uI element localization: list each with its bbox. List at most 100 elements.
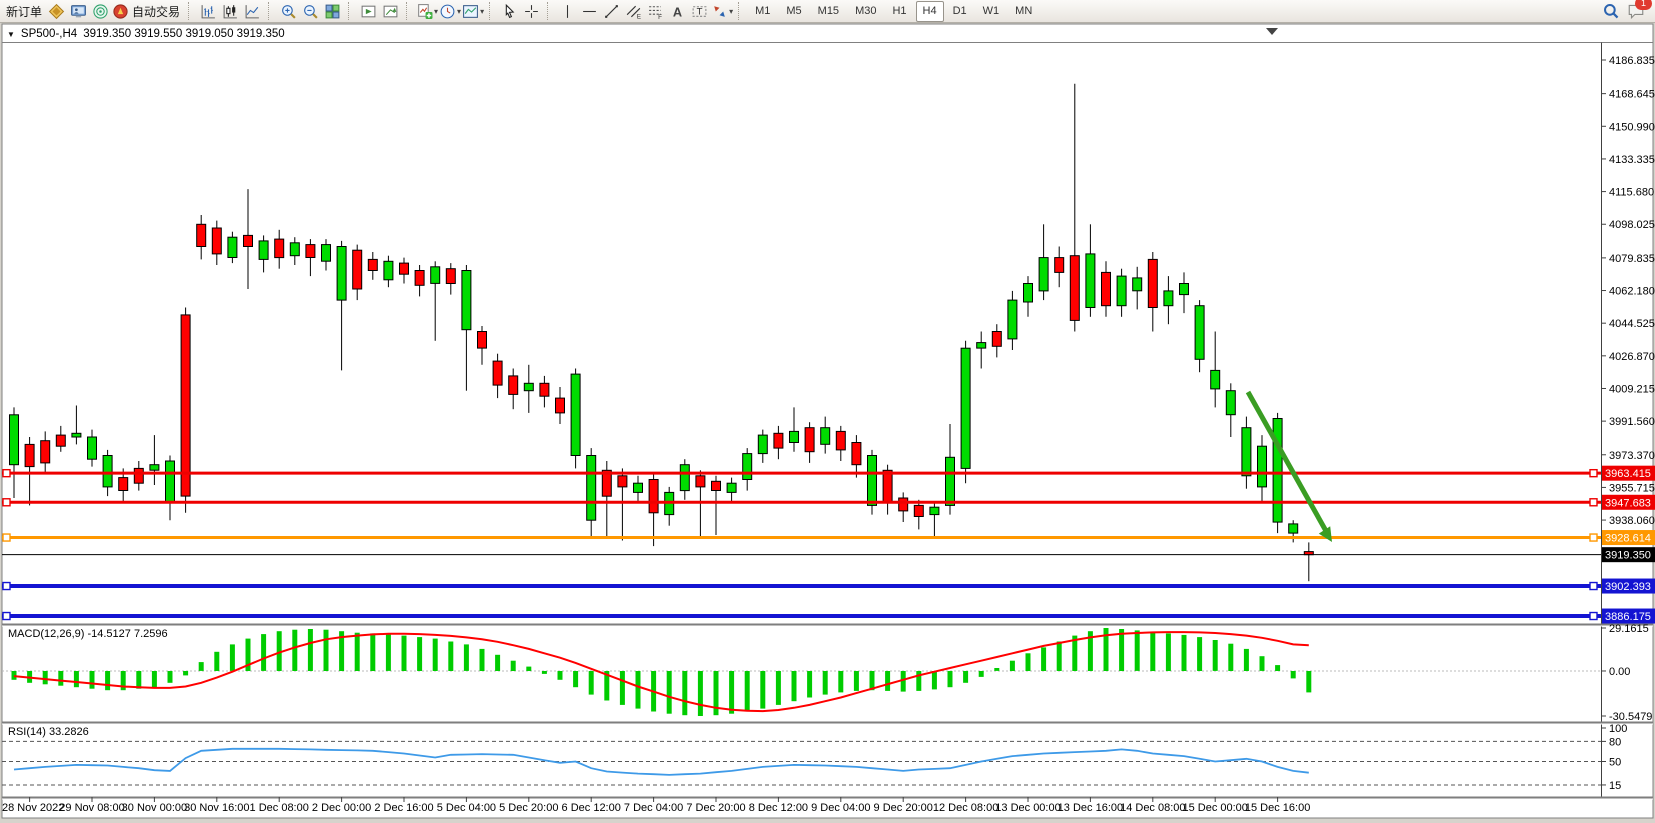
text-tool-button[interactable]: A (667, 1, 688, 21)
price-axis-label: 4009.215 (1609, 383, 1655, 395)
price-axis-label: 4079.835 (1609, 253, 1655, 265)
time-axis-label: 29 Nov 08:00 (59, 802, 124, 814)
equidistant-channel-icon: E (625, 3, 642, 20)
chart-play-button[interactable] (358, 1, 379, 21)
shapes-button[interactable]: ▾ (711, 1, 733, 21)
signal-radar-icon (92, 3, 109, 20)
time-axis-label: 14 Dec 08:00 (1120, 802, 1185, 814)
candle-body (727, 483, 736, 492)
periods-button[interactable]: ▾ (439, 1, 461, 21)
candle-body (680, 465, 689, 491)
candle-body (446, 269, 455, 284)
macd-bar (558, 671, 563, 680)
macd-bar (1166, 633, 1171, 671)
macd-bar (667, 671, 672, 714)
symbol-period-label: SP500-,H4 (21, 28, 77, 40)
macd-bar (480, 649, 485, 671)
price-axis-label: 3973.370 (1609, 450, 1655, 462)
market-watch-button[interactable] (46, 1, 67, 21)
line-anchor[interactable] (3, 534, 10, 541)
macd-bar (1291, 671, 1296, 678)
channel-button[interactable]: E (623, 1, 644, 21)
rsi-axis-label: 100 (1609, 723, 1627, 735)
candle-body (1086, 254, 1095, 308)
symbol-dropdown-icon[interactable]: ▼ (7, 30, 15, 39)
line-anchor[interactable] (3, 613, 10, 620)
macd-bar (1244, 649, 1249, 671)
horizontal-line-button[interactable] (579, 1, 600, 21)
chart-forward-button[interactable] (380, 1, 401, 21)
signal-button[interactable] (90, 1, 111, 21)
price-axis-label: 3955.715 (1609, 482, 1655, 494)
terminal-button[interactable] (68, 1, 89, 21)
gold-diamond-icon (48, 3, 65, 20)
time-axis-label: 15 Dec 16:00 (1245, 802, 1310, 814)
macd-bar (823, 671, 828, 695)
price-axis-label: 4133.335 (1609, 154, 1655, 166)
autotrading-button[interactable]: 自动交易 (112, 1, 183, 21)
svg-text:T: T (697, 6, 703, 17)
time-axis-label: 30 Nov 16:00 (184, 802, 249, 814)
macd-bar (948, 671, 953, 687)
cursor-button[interactable] (499, 1, 520, 21)
line-anchor[interactable] (3, 470, 10, 477)
line-anchor[interactable] (1590, 534, 1597, 541)
candle-body (306, 245, 315, 258)
macd-bar (464, 644, 469, 671)
price-badge-label: 3919.350 (1605, 550, 1651, 562)
bar-chart-button[interactable] (198, 1, 219, 21)
main-toolbar: 新订单 自动交易 ▾ ▾ (0, 0, 1655, 23)
trendline-button[interactable] (601, 1, 622, 21)
tab-MN[interactable]: MN (1008, 1, 1039, 22)
vertical-line-button[interactable] (557, 1, 578, 21)
templates-button[interactable]: ▾ (462, 1, 484, 21)
candle-body (150, 465, 159, 471)
macd-bar (932, 671, 937, 689)
line-anchor[interactable] (1590, 583, 1597, 590)
tab-M15[interactable]: M15 (811, 1, 846, 22)
notifications-button[interactable]: 1 (1625, 1, 1646, 21)
tab-M30[interactable]: M30 (848, 1, 883, 22)
candle-body (384, 261, 393, 280)
candle-body (1226, 391, 1235, 415)
price-axis-label: 4150.990 (1609, 121, 1655, 133)
candle-body (790, 431, 799, 442)
toolbar-separator (348, 2, 353, 20)
zoom-in-button[interactable] (278, 1, 299, 21)
line-anchor[interactable] (1590, 613, 1597, 620)
line-chart-button[interactable] (242, 1, 263, 21)
tile-windows-button[interactable] (322, 1, 343, 21)
zoom-out-button[interactable] (300, 1, 321, 21)
tab-H1[interactable]: H1 (885, 1, 913, 22)
time-axis-label: 30 Nov 00:00 (122, 802, 187, 814)
crosshair-button[interactable] (521, 1, 542, 21)
fibonacci-button[interactable]: F (645, 1, 666, 21)
search-button[interactable] (1600, 1, 1621, 21)
template-icon (462, 3, 479, 20)
text-label-button[interactable]: T (689, 1, 710, 21)
macd-bar (43, 671, 48, 684)
tab-M1[interactable]: M1 (748, 1, 777, 22)
rsi-label: RSI(14) 33.2826 (8, 726, 89, 738)
candle-body (103, 456, 112, 487)
candlestick-chart-button[interactable] (220, 1, 241, 21)
tab-M5[interactable]: M5 (779, 1, 808, 22)
macd-bar (682, 671, 687, 715)
tab-D1[interactable]: D1 (946, 1, 974, 22)
macd-bar (1041, 647, 1046, 671)
new-order-button[interactable]: 新订单 (3, 1, 45, 21)
macd-bar (636, 671, 641, 709)
toolbar-separator (489, 2, 494, 20)
line-anchor[interactable] (1590, 499, 1597, 506)
candle-body (571, 374, 580, 455)
macd-bar (745, 671, 750, 712)
chart-canvas[interactable]: 4186.8354168.6454150.9904133.3354115.680… (0, 0, 1655, 823)
tab-W1[interactable]: W1 (976, 1, 1007, 22)
add-indicator-button[interactable]: ▾ (416, 1, 438, 21)
macd-bar (324, 630, 329, 671)
line-anchor[interactable] (3, 499, 10, 506)
line-anchor[interactable] (3, 583, 10, 590)
tab-H4[interactable]: H4 (916, 1, 944, 22)
line-anchor[interactable] (1590, 470, 1597, 477)
candle-body (774, 433, 783, 448)
